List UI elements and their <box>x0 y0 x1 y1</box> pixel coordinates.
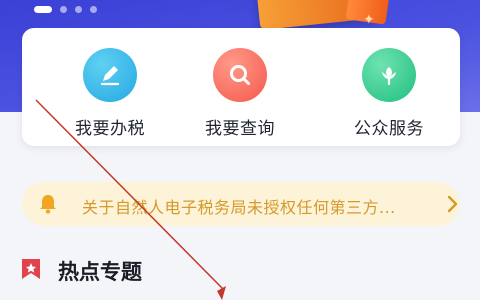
sparkle-icon: ✦ <box>363 12 375 28</box>
service-label: 我要办税 <box>75 119 145 139</box>
section-title: 热点专题 <box>58 260 142 284</box>
chevron-right-icon <box>446 194 460 218</box>
flower-icon <box>362 48 416 102</box>
bookmark-icon <box>20 257 42 285</box>
service-label: 公众服务 <box>354 119 424 139</box>
carousel-dot[interactable] <box>60 6 67 13</box>
search-icon <box>213 48 267 102</box>
service-label: 我要查询 <box>205 119 275 139</box>
service-query[interactable]: 我要查询 <box>180 48 300 139</box>
carousel-dot-active[interactable] <box>34 6 52 13</box>
service-file-tax[interactable]: 我要办税 <box>50 48 170 139</box>
service-card: 我要办税 我要查询 公众服务 <box>22 28 460 146</box>
carousel-dot[interactable] <box>90 6 97 13</box>
notice-bar[interactable]: 关于自然人电子税务局未授权任何第三方... <box>22 182 460 226</box>
carousel-dot[interactable] <box>75 6 82 13</box>
carousel-indicator <box>34 6 97 13</box>
notice-text: 关于自然人电子税务局未授权任何第三方... <box>82 198 396 217</box>
bell-icon <box>38 193 58 219</box>
service-public[interactable]: 公众服务 <box>329 48 449 139</box>
pen-icon <box>83 48 137 102</box>
